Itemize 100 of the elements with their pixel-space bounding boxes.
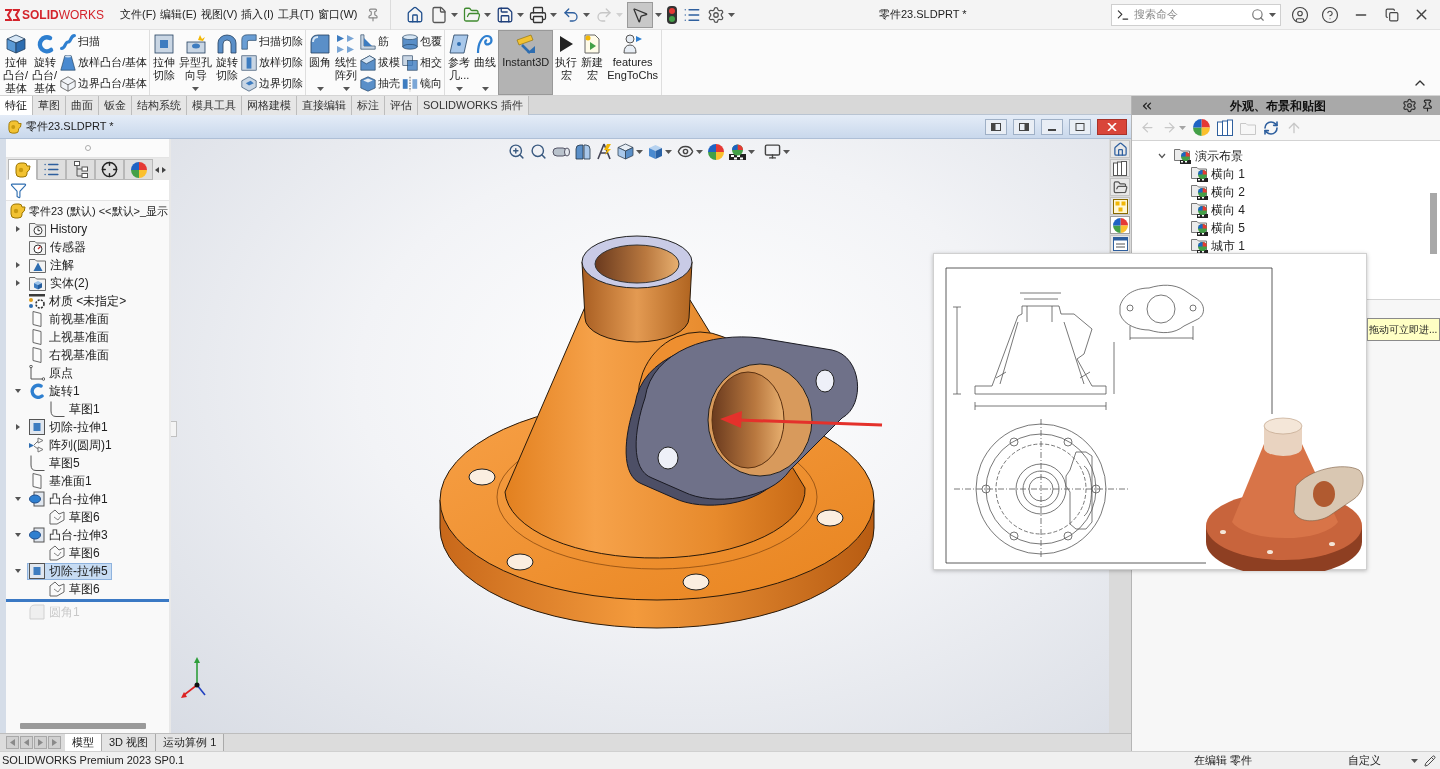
search-box[interactable]: 搜索命令 xyxy=(1111,3,1281,26)
triangle-grid-icon[interactable] xyxy=(336,34,357,54)
tile-right-button[interactable] xyxy=(1013,118,1035,135)
caret-icon[interactable] xyxy=(727,12,735,17)
ribbon-tab[interactable]: SOLIDWORKS 插件 xyxy=(418,96,529,115)
expand-triangle-icon[interactable] xyxy=(15,262,21,268)
frustum-icon[interactable] xyxy=(60,54,77,71)
settings-icon[interactable] xyxy=(706,5,725,24)
tree-item[interactable]: 凸台-拉伸1 xyxy=(27,490,112,508)
ribbon-button[interactable]: 拉伸 切除 xyxy=(151,30,178,95)
tree-item[interactable]: 凸台-拉伸3 xyxy=(27,526,112,544)
color-ball-icon[interactable] xyxy=(130,161,147,178)
monitor-icon[interactable] xyxy=(764,143,781,160)
ribbon-button[interactable]: 镜向 xyxy=(401,73,444,94)
list-icon[interactable] xyxy=(43,161,60,178)
pencil-icon[interactable] xyxy=(1424,754,1436,767)
caret-icon[interactable] xyxy=(549,12,557,17)
ribbon-tab[interactable]: 模具工具 xyxy=(187,96,242,115)
menu-item[interactable]: 窗口(W) xyxy=(317,6,358,23)
panel-tab[interactable] xyxy=(95,159,124,180)
expand-triangle-icon[interactable] xyxy=(15,424,21,430)
tree-item[interactable]: 前视基准面 xyxy=(27,310,113,328)
drag-handle-icon[interactable] xyxy=(84,145,91,151)
expand-triangle-icon[interactable] xyxy=(15,280,21,286)
ribbon-button[interactable]: 线性 阵列 xyxy=(333,30,360,95)
open-folder-icon[interactable] xyxy=(462,5,481,24)
wedge-icon[interactable] xyxy=(360,54,377,71)
tree-item[interactable]: 阵列(圆周)1 xyxy=(27,436,116,454)
restore-icon[interactable] xyxy=(1385,7,1399,22)
capsule-icon[interactable] xyxy=(552,144,570,159)
ribbon-button[interactable]: 扫描 xyxy=(59,31,149,52)
caret-icon[interactable] xyxy=(342,87,350,91)
scrollbar-thumb[interactable] xyxy=(1430,193,1437,254)
ribbon-button[interactable]: 旋转 凸台/ 基体 xyxy=(30,30,60,95)
tree-item[interactable]: 右视基准面 xyxy=(27,346,113,364)
ribbon-button[interactable]: 筋 xyxy=(359,31,402,52)
caret-icon[interactable] xyxy=(483,12,491,17)
rounded-block-icon[interactable] xyxy=(310,34,331,54)
ribbon-button[interactable]: 拉伸 凸台/ 基体 xyxy=(1,30,31,95)
person-flag-icon[interactable] xyxy=(622,34,643,54)
tree-item[interactable]: 上视基准面 xyxy=(27,328,113,346)
caret-icon[interactable] xyxy=(665,149,672,154)
home-icon[interactable] xyxy=(405,5,424,24)
undo-icon[interactable] xyxy=(561,5,580,24)
filter-icon[interactable] xyxy=(10,181,27,199)
tree-item[interactable]: 基准面1 xyxy=(27,472,96,490)
tree-item[interactable]: 实体(2) xyxy=(27,274,93,292)
mirror-icon[interactable] xyxy=(402,75,419,92)
rib-block-icon[interactable] xyxy=(360,33,377,50)
panel-tab[interactable] xyxy=(66,159,95,180)
scene-icon[interactable] xyxy=(729,143,746,160)
tree-root-item[interactable]: 零件23 (默认) <<默认>_显示 xyxy=(29,202,169,220)
caret-icon[interactable] xyxy=(748,149,755,154)
caret-icon[interactable] xyxy=(450,12,458,17)
caret-icon[interactable] xyxy=(636,149,643,154)
ribbon-tab[interactable]: 曲面 xyxy=(66,96,99,115)
plane-icon[interactable] xyxy=(449,34,470,54)
ribbon-button[interactable]: 包覆 xyxy=(401,31,444,52)
ribbon-button[interactable]: 边界切除 xyxy=(240,73,305,94)
bottom-tab[interactable]: 3D 视图 xyxy=(102,734,157,751)
zoom-in-icon[interactable] xyxy=(508,143,525,160)
help-icon[interactable] xyxy=(1321,5,1339,24)
open-box-icon[interactable] xyxy=(360,75,377,92)
ruler-arrow-icon[interactable] xyxy=(515,34,536,54)
page-play-icon[interactable] xyxy=(582,34,603,54)
ribbon-tab[interactable]: 草图 xyxy=(33,96,66,115)
scroll-right-icon[interactable] xyxy=(162,166,166,173)
ribbon-tab[interactable]: 评估 xyxy=(385,96,418,115)
expand-triangle-icon[interactable] xyxy=(15,226,21,232)
tree-item[interactable]: 演示布景 xyxy=(1174,147,1243,165)
ribbon-button[interactable]: 旋转 切除 xyxy=(214,30,241,95)
tree-item[interactable]: 草图1 xyxy=(47,400,104,418)
hexagon-block-icon[interactable] xyxy=(241,75,258,92)
ribbon-button[interactable]: 执行 宏 xyxy=(553,30,580,95)
ribbon-button[interactable]: 圆角 xyxy=(307,30,334,95)
page-icon[interactable] xyxy=(429,5,448,24)
menu-item[interactable]: 编辑(E) xyxy=(160,6,197,23)
tree-item[interactable]: 横向 5 xyxy=(1191,219,1245,237)
expand-triangle-icon[interactable] xyxy=(15,496,21,502)
tree-item[interactable]: 草图6 xyxy=(47,508,104,526)
tree-item[interactable]: 草图5 xyxy=(27,454,84,472)
frame-icon[interactable] xyxy=(154,34,175,54)
ribbon-button[interactable]: Instant3D xyxy=(498,30,554,95)
ribbon-button[interactable]: features EngToChs xyxy=(605,30,661,95)
ribbon-button[interactable]: 参考 几... xyxy=(446,30,473,95)
restore-icon[interactable] xyxy=(1075,122,1085,131)
scroll-left-icon[interactable] xyxy=(155,166,159,173)
caret-icon[interactable] xyxy=(455,87,463,91)
box-outline-icon[interactable] xyxy=(60,75,77,92)
ribbon-tab[interactable]: 结构系统 xyxy=(132,96,187,115)
caret-icon[interactable] xyxy=(654,12,662,17)
caret-icon[interactable] xyxy=(316,87,324,91)
tree-item[interactable]: 草图6 xyxy=(47,580,104,598)
search-field[interactable]: 搜索命令 xyxy=(1134,6,1247,23)
shaded-cube-icon[interactable] xyxy=(648,143,663,160)
menu-item[interactable]: 文件(F) xyxy=(120,6,157,23)
collapse-handle[interactable] xyxy=(171,421,177,437)
bottom-tab[interactable]: 运动算例 1 xyxy=(156,734,225,751)
ribbon-tab[interactable]: 直接编辑 xyxy=(297,96,352,115)
tree-item[interactable]: 旋转1 xyxy=(27,382,84,400)
